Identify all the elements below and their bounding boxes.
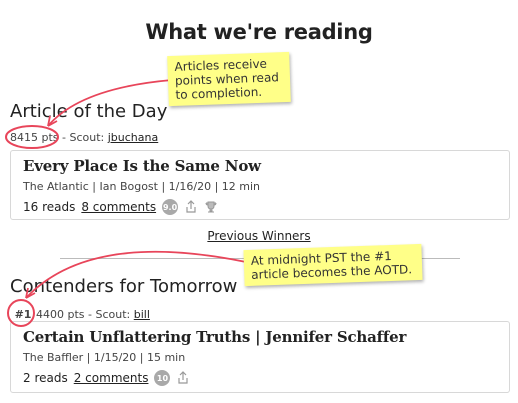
contenders-heading: Contenders for Tomorrow <box>10 276 238 297</box>
contender-article-stats: 2 reads 2 comments 10 <box>23 370 497 386</box>
aotd-points: 8415 pts <box>10 131 59 144</box>
aotd-article-source: The Atlantic | Ian Bogost | 1/16/20 | 12… <box>23 180 261 193</box>
contender-rank: #1 <box>14 308 32 321</box>
aotd-article-stats: 16 reads 8 comments 9.0 <box>23 199 497 215</box>
aotd-comments-link[interactable]: 8 comments <box>81 200 156 214</box>
aotd-scout-link[interactable]: jbuchana <box>108 131 158 144</box>
contender-points: 4400 pts <box>36 308 85 321</box>
aotd-score-badge: 9.0 <box>162 199 179 215</box>
aotd-card: Every Place Is the Same Now The Atlantic… <box>10 150 510 220</box>
contender-card: Certain Unflattering Truths | Jennifer S… <box>10 321 510 393</box>
trophy-icon[interactable] <box>204 200 218 214</box>
aotd-heading: Article of the Day <box>10 101 168 122</box>
share-icon[interactable] <box>184 200 198 214</box>
contender-scout-prefix: - Scout: <box>84 308 134 321</box>
contender-article-title[interactable]: Certain Unflattering Truths | Jennifer S… <box>23 328 497 346</box>
contender-score-badge: 10 <box>154 370 171 386</box>
contender-comments-link[interactable]: 2 comments <box>74 371 149 385</box>
previous-winners: Previous Winners <box>0 229 518 243</box>
sticky-note-aotd: At midnight PST the #1 article becomes t… <box>243 243 423 287</box>
contender-meta: #1 4400 pts - Scout: bill <box>10 308 150 321</box>
contender-scout-link[interactable]: bill <box>134 308 150 321</box>
previous-winners-link[interactable]: Previous Winners <box>207 229 310 243</box>
aotd-reads: 16 reads <box>23 200 76 214</box>
page-title: What we're reading <box>145 20 373 44</box>
share-icon[interactable] <box>176 371 190 385</box>
contender-article-source: The Baffler | 1/15/20 | 15 min <box>23 351 186 364</box>
sticky-note-points: Articles receive points when read to com… <box>167 51 291 107</box>
aotd-article-title[interactable]: Every Place Is the Same Now <box>23 157 497 175</box>
contender-reads: 2 reads <box>23 371 68 385</box>
aotd-scout-prefix: - Scout: <box>58 131 108 144</box>
aotd-meta: 8415 pts - Scout: jbuchana <box>10 131 158 144</box>
